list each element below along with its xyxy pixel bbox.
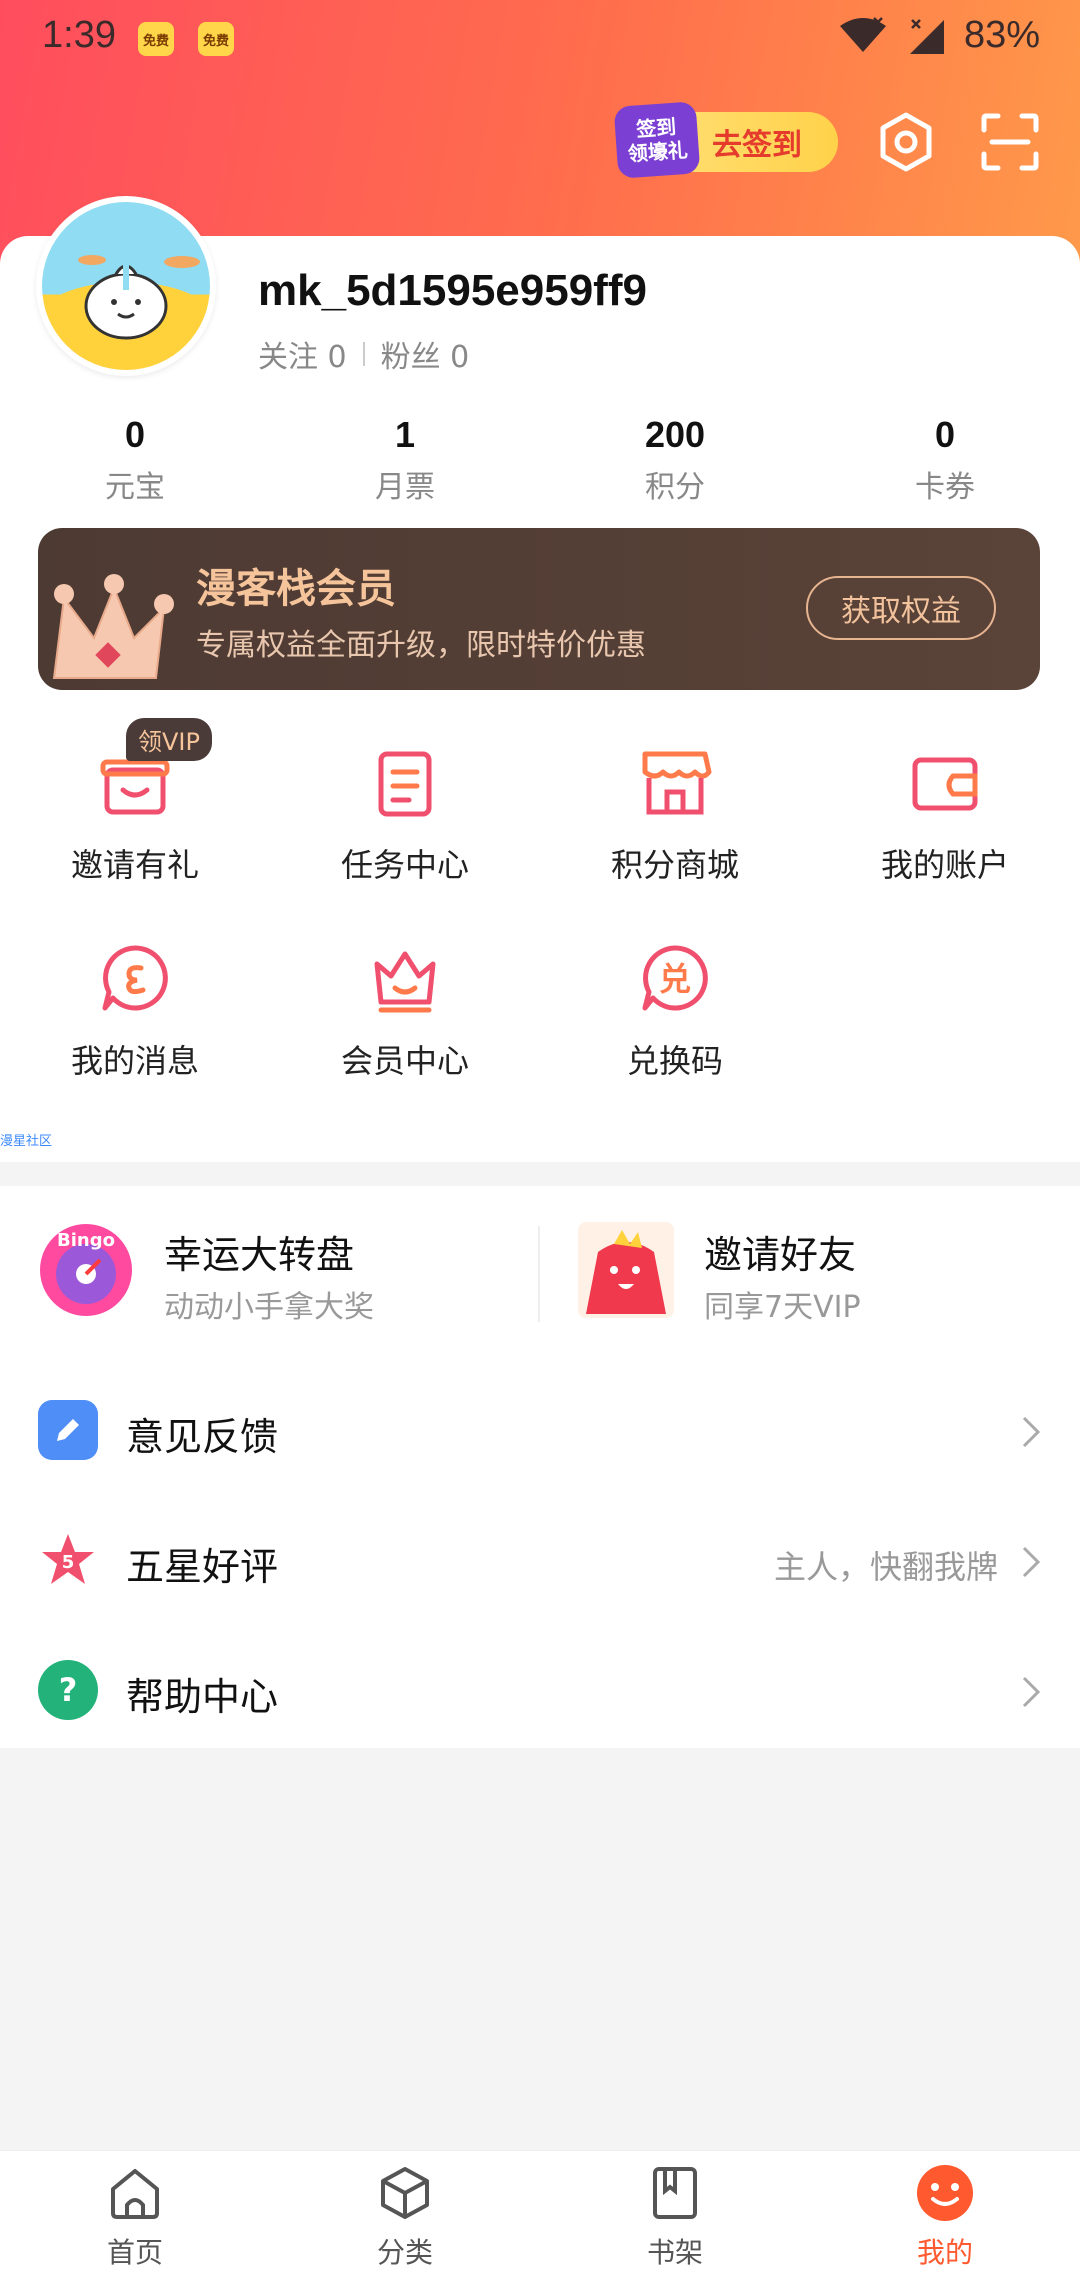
vip-title: 漫客栈会员 <box>196 566 396 612</box>
avatar[interactable] <box>36 196 216 376</box>
vip-banner[interactable]: 漫客栈会员 专属权益全面升级，限时特价优惠 获取权益 <box>38 528 1040 690</box>
lucky-wheel-icon: Bingo <box>40 1224 132 1316</box>
free-badge-icon: 免费 <box>138 22 174 56</box>
divider <box>538 1226 540 1322</box>
avatar-mascot-icon <box>42 255 210 362</box>
menu-item-help-center[interactable]: ? 帮助中心 <box>0 1626 1080 1756</box>
menu-item-five-star-review[interactable]: 5 五星好评 主人，快翻我牌 <box>0 1496 1080 1626</box>
stat-monthly-ticket[interactable]: 1 月票 <box>270 414 540 506</box>
profile-card: mk_5d1595e959ff9 关注 0 粉丝 0 0 元宝 1 月票 200… <box>0 196 1080 1162</box>
invite-mascot-icon <box>578 1222 674 1318</box>
svg-text:5: 5 <box>62 1552 75 1573</box>
lucky-wheel-entry[interactable]: Bingo 幸运大转盘 动动小手拿大奖 <box>38 1222 518 1332</box>
crown-icon <box>374 951 436 1013</box>
scan-icon[interactable] <box>978 110 1042 174</box>
username: mk_5d1595e959ff9 <box>258 266 647 315</box>
cellular-signal-icon <box>909 18 944 54</box>
vip-tag: 领VIP <box>126 718 212 761</box>
store-icon <box>642 751 712 815</box>
crown-mascot-icon <box>52 574 174 679</box>
invite-friends-entry[interactable]: 邀请好友 同享7天VIP <box>578 1222 1058 1332</box>
home-icon <box>111 2169 159 2219</box>
chevron-right-icon <box>1022 1416 1041 1448</box>
status-bar: 1:39 免费 免费 83% <box>0 0 1080 80</box>
fans-count[interactable]: 粉丝 0 <box>381 332 470 376</box>
free-badge-icon: 免费 <box>198 22 234 56</box>
bookshelf-icon <box>653 2167 697 2219</box>
community-link[interactable]: 漫星社区 <box>0 1130 52 1149</box>
svg-text:兑: 兑 <box>659 960 691 998</box>
checkin-button[interactable]: 签到 领壕礼 去签到 <box>613 101 838 179</box>
grid-item-invite[interactable]: 领VIP 邀请有礼 <box>0 718 270 886</box>
status-time: 1:39 <box>42 14 116 56</box>
follow-row: 关注 0 粉丝 0 <box>258 332 469 376</box>
grid-item-my-account[interactable]: 我的账户 <box>810 740 1080 886</box>
star-icon: 5 <box>42 1534 94 1584</box>
following-count[interactable]: 关注 0 <box>258 332 347 376</box>
wifi-icon <box>839 16 886 52</box>
checkin-tag: 签到 领壕礼 <box>613 101 701 179</box>
wallet-icon <box>912 757 978 811</box>
grid-item-messages[interactable]: 我的消息 <box>0 936 270 1082</box>
settings-icon[interactable] <box>874 110 938 174</box>
chevron-right-icon <box>1022 1546 1041 1578</box>
activity-section: Bingo 幸运大转盘 动动小手拿大奖 邀请好友 同享7天VIP 意见反馈 5 … <box>0 1186 1080 1748</box>
stat-yuanbao[interactable]: 0 元宝 <box>0 414 270 506</box>
bottom-nav: 首页 分类 书架 我的 <box>0 2150 1080 2280</box>
grid-item-member-center[interactable]: 会员中心 <box>270 936 540 1082</box>
tab-bookshelf[interactable]: 书架 <box>540 2151 810 2280</box>
activity-row: Bingo 幸运大转盘 动动小手拿大奖 邀请好友 同享7天VIP <box>0 1186 1080 1366</box>
review-hint: 主人，快翻我牌 <box>773 1548 998 1586</box>
grid-item-redeem-code[interactable]: 兑 兑换码 <box>540 936 810 1082</box>
stats-row: 0 元宝 1 月票 200 积分 0 卡券 <box>0 414 1080 506</box>
pencil-icon <box>38 1400 98 1460</box>
stat-points[interactable]: 200 积分 <box>540 414 810 506</box>
tab-home[interactable]: 首页 <box>0 2151 270 2280</box>
checkin-label: 去签到 <box>712 128 802 163</box>
menu-item-feedback[interactable]: 意见反馈 <box>0 1366 1080 1496</box>
divider <box>362 342 365 366</box>
stat-coupons[interactable]: 0 卡券 <box>810 414 1080 506</box>
vip-subtitle: 专属权益全面升级，限时特价优惠 <box>196 628 646 663</box>
message-icon <box>102 945 168 1011</box>
cube-icon <box>381 2167 429 2219</box>
tab-mine[interactable]: 我的 <box>810 2151 1080 2280</box>
redeem-icon: 兑 <box>642 945 708 1011</box>
chevron-right-icon <box>1022 1676 1041 1708</box>
profile-face-icon <box>917 2165 973 2221</box>
get-benefits-button[interactable]: 获取权益 <box>806 576 996 640</box>
question-icon: ? <box>38 1660 98 1720</box>
clipboard-icon <box>378 751 432 817</box>
battery-level: 83% <box>963 14 1040 56</box>
grid-item-tasks[interactable]: 任务中心 <box>270 740 540 886</box>
grid-item-points-mall[interactable]: 积分商城 <box>540 740 810 886</box>
svg-text:Bingo: Bingo <box>57 1230 115 1251</box>
tab-category[interactable]: 分类 <box>270 2151 540 2280</box>
